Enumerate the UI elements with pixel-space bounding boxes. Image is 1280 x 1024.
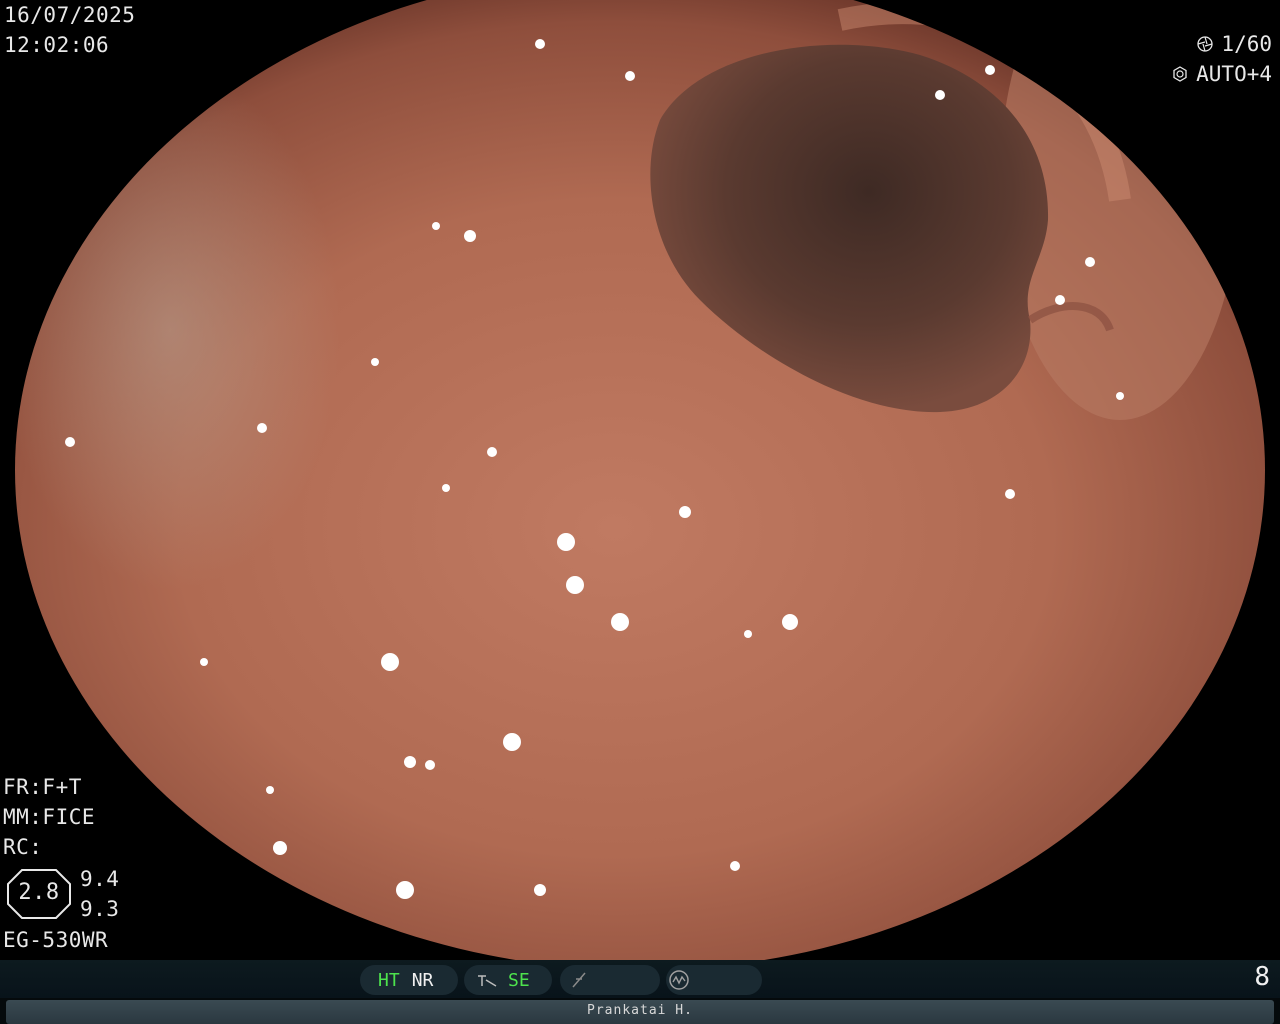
shutter-value: 1/60 <box>1221 32 1272 56</box>
freeze-icon <box>572 972 586 988</box>
exam-date: 16/07/2025 <box>4 3 136 27</box>
scope-model: EG-530WR <box>3 928 109 952</box>
shutter-icon <box>1197 36 1214 52</box>
rc-label: RC: <box>3 835 43 859</box>
freeze-indicator <box>560 965 660 995</box>
waveform-indicator <box>666 965 762 995</box>
nr-label: NR <box>411 969 434 991</box>
frame-mode: FR:F+T <box>3 775 82 799</box>
value-2: 9.3 <box>80 897 120 921</box>
exam-time: 12:02:06 <box>4 33 110 57</box>
measurement-mode: MM:FICE <box>3 805 96 829</box>
enhance-icon <box>478 975 497 987</box>
se-indicator: SE <box>464 965 552 995</box>
se-label: SE <box>508 969 530 991</box>
operator-name: Prankatai H. <box>587 1003 693 1018</box>
waveform-icon <box>669 970 689 990</box>
ht-nr-indicator: HT NR <box>360 965 458 995</box>
ht-label: HT <box>378 969 400 991</box>
value-1: 9.4 <box>80 867 120 891</box>
iris-readout: AUTO+4 <box>1172 62 1272 86</box>
iris-value: AUTO+4 <box>1196 62 1272 86</box>
page-number: 8 <box>1254 962 1270 992</box>
iris-icon <box>1173 66 1187 82</box>
endoscopic-image <box>0 0 1280 960</box>
zoom-value: 2.8 <box>18 880 60 905</box>
shutter-readout: 1/60 <box>1197 32 1272 56</box>
